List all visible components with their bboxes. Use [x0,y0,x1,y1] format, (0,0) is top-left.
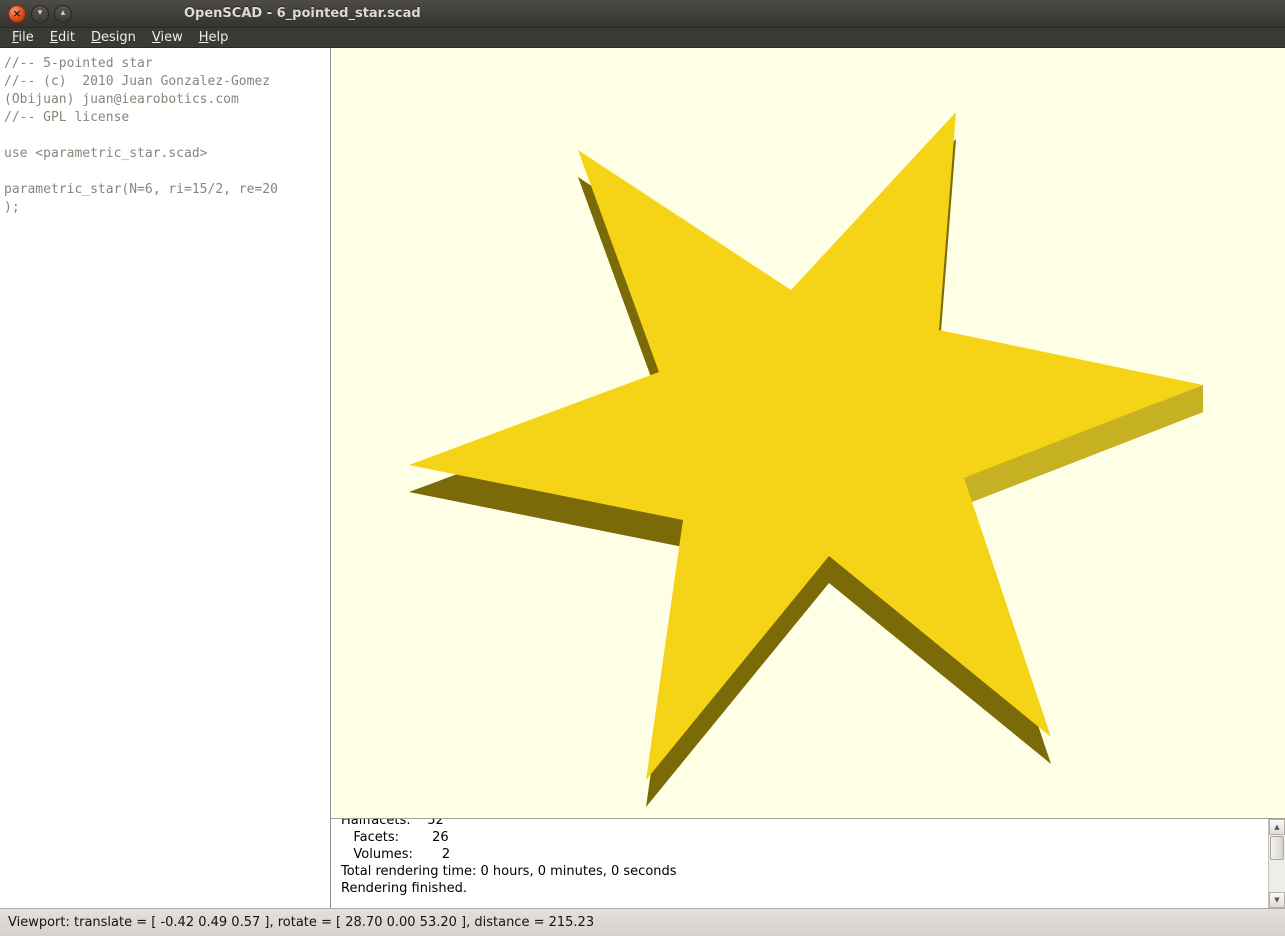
scrollbar-track[interactable] [1269,861,1285,892]
console-line: Facets: 26 [341,829,1268,846]
star-model [331,48,1285,818]
code-editor[interactable]: //-- 5-pointed star //-- (c) 2010 Juan G… [0,48,331,908]
console-line: Volumes: 2 [341,846,1268,863]
viewport-status-text: Viewport: translate = [ -0.42 0.49 0.57 … [8,915,594,930]
menu-file[interactable]: File [4,29,42,46]
menubar: File Edit Design View Help [0,28,1285,48]
menu-view[interactable]: View [144,29,191,46]
console-log: Halffacets: 52 Facets: 26 Volumes: 2 Tot… [331,818,1268,908]
titlebar: × ▾ ▴ OpenSCAD - 6_pointed_star.scad [0,0,1285,28]
code-line: ); [4,199,326,217]
console-scrollbar[interactable]: ▲ ▼ [1268,819,1285,908]
code-line: //-- 5-pointed star [4,55,326,73]
maximize-button[interactable]: ▴ [54,5,72,23]
menu-design[interactable]: Design [83,29,144,46]
status-bar: Viewport: translate = [ -0.42 0.49 0.57 … [0,908,1285,936]
main-area: //-- 5-pointed star //-- (c) 2010 Juan G… [0,48,1285,908]
close-button[interactable]: × [8,5,26,23]
code-line [4,163,326,181]
scroll-down-icon[interactable]: ▼ [1269,892,1285,908]
window-controls: × ▾ ▴ [8,5,72,23]
code-line: use <parametric_star.scad> [4,145,326,163]
code-line: //-- (c) 2010 Juan Gonzalez-Gomez [4,73,326,91]
viewport-3d[interactable] [331,48,1285,818]
right-column: Halffacets: 52 Facets: 26 Volumes: 2 Tot… [331,48,1285,908]
console-line: Halffacets: 52 [341,818,1268,829]
openscad-window: × ▾ ▴ OpenSCAD - 6_pointed_star.scad Fil… [0,0,1285,936]
console-panel: Halffacets: 52 Facets: 26 Volumes: 2 Tot… [331,818,1285,908]
window-title: OpenSCAD - 6_pointed_star.scad [184,6,421,21]
code-line: //-- GPL license [4,109,326,127]
console-line: Total rendering time: 0 hours, 0 minutes… [341,863,1268,880]
code-line [4,127,326,145]
console-line: Rendering finished. [341,880,1268,897]
minimize-button[interactable]: ▾ [31,5,49,23]
menu-help[interactable]: Help [191,29,237,46]
code-line: (Obijuan) juan@iearobotics.com [4,91,326,109]
code-line: parametric_star(N=6, ri=15/2, re=20 [4,181,326,199]
menu-edit[interactable]: Edit [42,29,83,46]
scrollbar-thumb[interactable] [1270,836,1284,860]
scroll-up-icon[interactable]: ▲ [1269,819,1285,835]
